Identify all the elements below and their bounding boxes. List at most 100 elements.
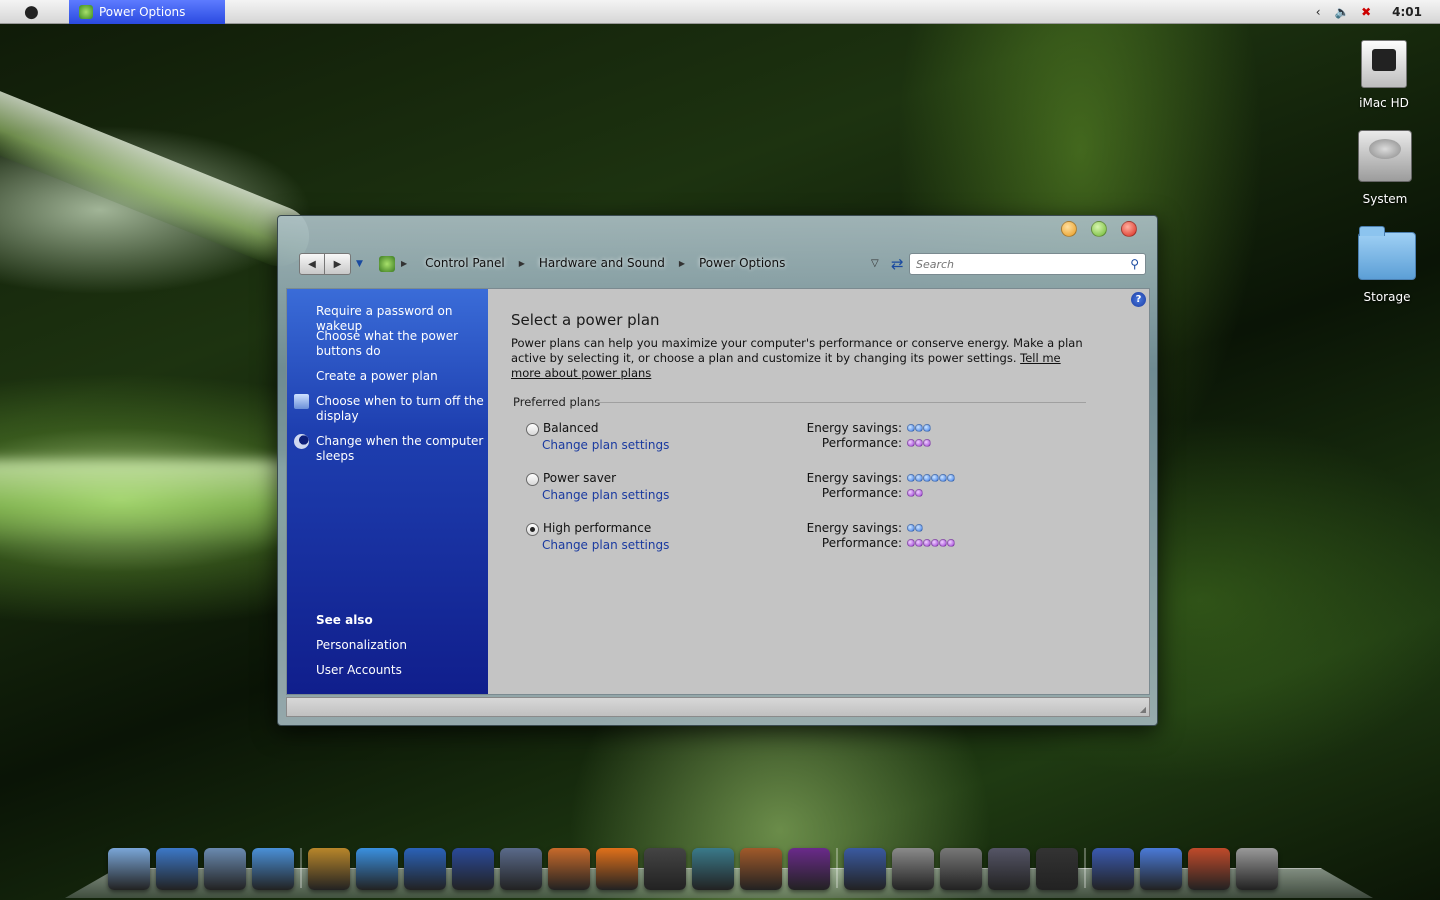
system-preferences-icon[interactable]: [940, 848, 982, 890]
apple-menu-icon[interactable]: ●: [24, 2, 39, 22]
energy-dot-icon: [907, 424, 915, 432]
hard-drive-icon: [1361, 40, 1407, 88]
sidebar-link-computer-sleeps[interactable]: Change when the computer sleeps: [316, 434, 484, 464]
documents-folder-icon[interactable]: [1188, 848, 1230, 890]
home-icon[interactable]: [740, 848, 782, 890]
front-row-icon[interactable]: [788, 848, 830, 890]
change-plan-settings-link[interactable]: Change plan settings: [542, 538, 669, 552]
activity-monitor-icon[interactable]: [644, 848, 686, 890]
plan-balanced: Balanced Change plan settings Energy sav…: [526, 421, 1086, 461]
history-buttons: ◀ ▶: [299, 253, 351, 275]
dvd-player-icon[interactable]: [404, 848, 446, 890]
dashboard-icon[interactable]: [156, 848, 198, 890]
refresh-icon[interactable]: ⇄: [891, 255, 904, 273]
close-button[interactable]: [1121, 221, 1137, 237]
sidebar-link-create-plan[interactable]: Create a power plan: [316, 369, 484, 384]
sidebar-link-turn-off-display[interactable]: Choose when to turn off the display: [316, 394, 484, 424]
plan-name[interactable]: High performance: [543, 521, 651, 535]
change-plan-settings-link[interactable]: Change plan settings: [542, 488, 669, 502]
performance-label: Performance:: [821, 486, 902, 500]
energy-dot-icon: [947, 474, 955, 482]
help-icon[interactable]: ?: [1131, 292, 1146, 307]
sidebar-link-user-accounts[interactable]: User Accounts: [316, 663, 484, 678]
power-options-icon: [79, 5, 93, 19]
chevron-left-icon[interactable]: ‹: [1310, 4, 1326, 20]
plan-radio-high-performance[interactable]: [526, 523, 539, 536]
change-plan-settings-link[interactable]: Change plan settings: [542, 438, 669, 452]
plan-radio-power-saver[interactable]: [526, 473, 539, 486]
desktop-icon-label: Storage: [1363, 290, 1411, 304]
utilities-icon[interactable]: [844, 848, 886, 890]
forward-button[interactable]: ▶: [325, 253, 351, 275]
firefox-icon[interactable]: [596, 848, 638, 890]
plan-power-saver: Power saver Change plan settings Energy …: [526, 471, 1086, 511]
network-warning-icon[interactable]: ✖: [1358, 4, 1374, 20]
time-machine-icon[interactable]: [692, 848, 734, 890]
breadcrumb-separator-icon[interactable]: ▶: [519, 259, 525, 268]
window-body: Require a password on wakeup Choose what…: [286, 288, 1150, 695]
performance-rating: [907, 539, 955, 547]
search-icon[interactable]: ⚲: [1130, 257, 1139, 271]
power-options-window: ◀ ▶ ▼ ▶ Control Panel ▶ Hardware and Sou…: [277, 215, 1158, 726]
recent-pages-dropdown-icon[interactable]: ▼: [356, 259, 363, 269]
plan-name[interactable]: Balanced: [543, 421, 598, 435]
safari-icon[interactable]: [252, 848, 294, 890]
taskbar-button-power-options[interactable]: Power Options: [69, 0, 225, 24]
finder-icon[interactable]: [108, 848, 150, 890]
performance-dot-icon: [907, 489, 915, 497]
breadcrumb-control-panel[interactable]: Control Panel: [425, 256, 505, 270]
desktop-icon-imac-hd[interactable]: iMac HD: [1344, 40, 1424, 110]
preferred-plans-divider: [596, 402, 1086, 403]
plan-radio-balanced[interactable]: [526, 423, 539, 436]
status-bar: ◢: [286, 697, 1150, 717]
imovie-icon[interactable]: [452, 848, 494, 890]
breadcrumb-separator-icon[interactable]: ▶: [679, 259, 685, 268]
music-folder-icon[interactable]: [1140, 848, 1182, 890]
speaker-icon[interactable]: 🔈: [1334, 4, 1350, 20]
breadcrumb: ▶ Control Panel ▶ Hardware and Sound ▶ P…: [401, 256, 785, 270]
movies-folder-icon[interactable]: [1092, 848, 1134, 890]
clock[interactable]: 4:01: [1392, 5, 1422, 19]
energy-savings-rating: [907, 424, 931, 432]
energy-dot-icon: [915, 524, 923, 532]
address-book-icon[interactable]: [308, 848, 350, 890]
dock: [108, 840, 1284, 890]
trash-icon[interactable]: [1236, 848, 1278, 890]
menu-bar: ● Power Options ‹ 🔈 ✖ 4:01: [0, 0, 1440, 24]
energy-savings-rating: [907, 474, 955, 482]
minimize-button[interactable]: [1061, 221, 1077, 237]
breadcrumb-separator-icon[interactable]: ▶: [401, 259, 407, 268]
energy-dot-icon: [923, 474, 931, 482]
description-text: Power plans can help you maximize your c…: [511, 336, 1083, 365]
search-input[interactable]: [916, 257, 1131, 271]
breadcrumb-power-options[interactable]: Power Options: [699, 256, 785, 270]
performance-dot-icon: [915, 439, 923, 447]
address-dropdown-icon[interactable]: ▽: [871, 258, 879, 269]
display-icon: [294, 394, 309, 409]
performance-dot-icon: [907, 439, 915, 447]
scissors-icon[interactable]: [892, 848, 934, 890]
page-title: Select a power plan: [511, 311, 660, 329]
dock-separator: [300, 848, 302, 888]
desktop-icon-system[interactable]: System: [1345, 130, 1425, 206]
power-icon[interactable]: [1036, 848, 1078, 890]
resize-grip-icon[interactable]: ◢: [1140, 705, 1146, 714]
photo-booth-icon[interactable]: [548, 848, 590, 890]
page-description: Power plans can help you maximize your c…: [511, 336, 1091, 381]
performance-dot-icon: [907, 539, 915, 547]
mail-icon[interactable]: [204, 848, 246, 890]
network-icon[interactable]: [988, 848, 1030, 890]
desktop-icon-label: iMac HD: [1359, 96, 1409, 110]
control-panel-icon: [379, 256, 395, 272]
sidebar-link-power-buttons[interactable]: Choose what the power buttons do: [316, 329, 484, 359]
back-button[interactable]: ◀: [299, 253, 325, 275]
window-controls: [1061, 221, 1137, 237]
energy-savings-label: Energy savings:: [806, 471, 902, 485]
breadcrumb-hardware-and-sound[interactable]: Hardware and Sound: [539, 256, 665, 270]
maximize-button[interactable]: [1091, 221, 1107, 237]
plan-name[interactable]: Power saver: [543, 471, 616, 485]
ichat-icon[interactable]: [356, 848, 398, 890]
sidebar-link-personalization[interactable]: Personalization: [316, 638, 484, 653]
iphoto-icon[interactable]: [500, 848, 542, 890]
desktop-icon-storage[interactable]: Storage: [1347, 226, 1427, 304]
